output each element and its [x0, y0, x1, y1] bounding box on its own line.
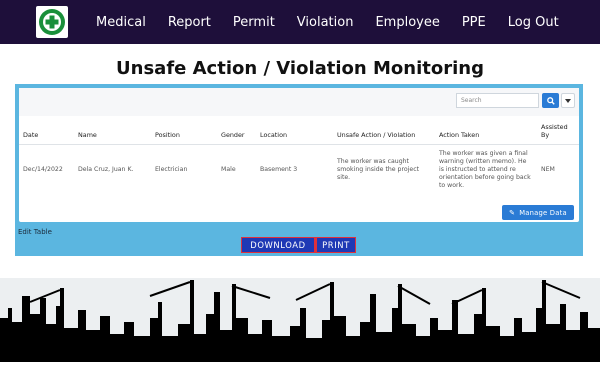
pencil-icon: ✎	[509, 208, 516, 217]
nav-ppe[interactable]: PPE	[462, 15, 486, 30]
caret-down-icon	[565, 98, 571, 103]
nav-violation[interactable]: Violation	[297, 15, 354, 30]
cell-location: Basement 3	[260, 166, 298, 174]
table-header-row: Date Name Position Gender Location Unsaf…	[19, 118, 579, 145]
export-buttons: DOWNLOAD PRINT	[241, 237, 356, 253]
cell-position: Electrician	[155, 166, 188, 174]
top-navbar: Medical Report Permit Violation Employee…	[0, 0, 600, 44]
nav-employee[interactable]: Employee	[375, 15, 439, 30]
col-gender[interactable]: Gender	[217, 118, 256, 145]
manage-data-button[interactable]: ✎ Manage Data	[502, 205, 574, 220]
nav-logout[interactable]: Log Out	[508, 15, 559, 30]
cell-assisted-by: NEM	[541, 166, 555, 174]
columns-dropdown-button[interactable]	[561, 93, 575, 108]
table-toolbar: Search	[19, 88, 579, 116]
nav-permit[interactable]: Permit	[233, 15, 275, 30]
cell-action-taken: The worker was given a final warning (wr…	[439, 150, 531, 190]
violation-table: Date Name Position Gender Location Unsaf…	[19, 118, 579, 196]
col-assisted-by[interactable]: Assisted By	[537, 118, 579, 145]
col-location[interactable]: Location	[256, 118, 333, 145]
main-menu: Medical Report Permit Violation Employee…	[96, 0, 581, 44]
construction-silhouette-image	[0, 280, 600, 362]
industrial-skyline-banner	[0, 278, 600, 362]
table-row[interactable]: Dec/14/2022 Dela Cruz, Juan K. Electrici…	[19, 144, 579, 196]
manage-data-label: Manage Data	[519, 208, 567, 217]
print-button[interactable]: PRINT	[315, 237, 356, 253]
nav-medical[interactable]: Medical	[96, 15, 146, 30]
page-title: Unsafe Action / Violation Monitoring	[116, 58, 484, 79]
col-date[interactable]: Date	[19, 118, 74, 145]
nav-report[interactable]: Report	[168, 15, 211, 30]
cell-gender: Male	[221, 166, 236, 174]
col-action-taken[interactable]: Action Taken	[435, 118, 537, 145]
cell-date: Dec/14/2022	[23, 166, 63, 174]
col-position[interactable]: Position	[151, 118, 217, 145]
safety-logo[interactable]	[36, 6, 68, 38]
edit-table-link[interactable]: Edit Table	[18, 228, 52, 236]
search-input[interactable]: Search	[456, 93, 539, 108]
col-violation[interactable]: Unsafe Action / Violation	[333, 118, 435, 145]
download-button[interactable]: DOWNLOAD	[241, 237, 315, 253]
cell-violation: The worker was caught smoking inside the…	[337, 158, 420, 182]
col-name[interactable]: Name	[74, 118, 151, 145]
search-button[interactable]	[542, 93, 559, 108]
cell-name: Dela Cruz, Juan K.	[78, 166, 134, 174]
table-card: Search Date Name Position Gender Locatio…	[19, 88, 579, 222]
safety-logo-icon	[39, 9, 65, 35]
violation-panel: Search Date Name Position Gender Locatio…	[15, 84, 583, 256]
search-icon	[546, 96, 555, 105]
